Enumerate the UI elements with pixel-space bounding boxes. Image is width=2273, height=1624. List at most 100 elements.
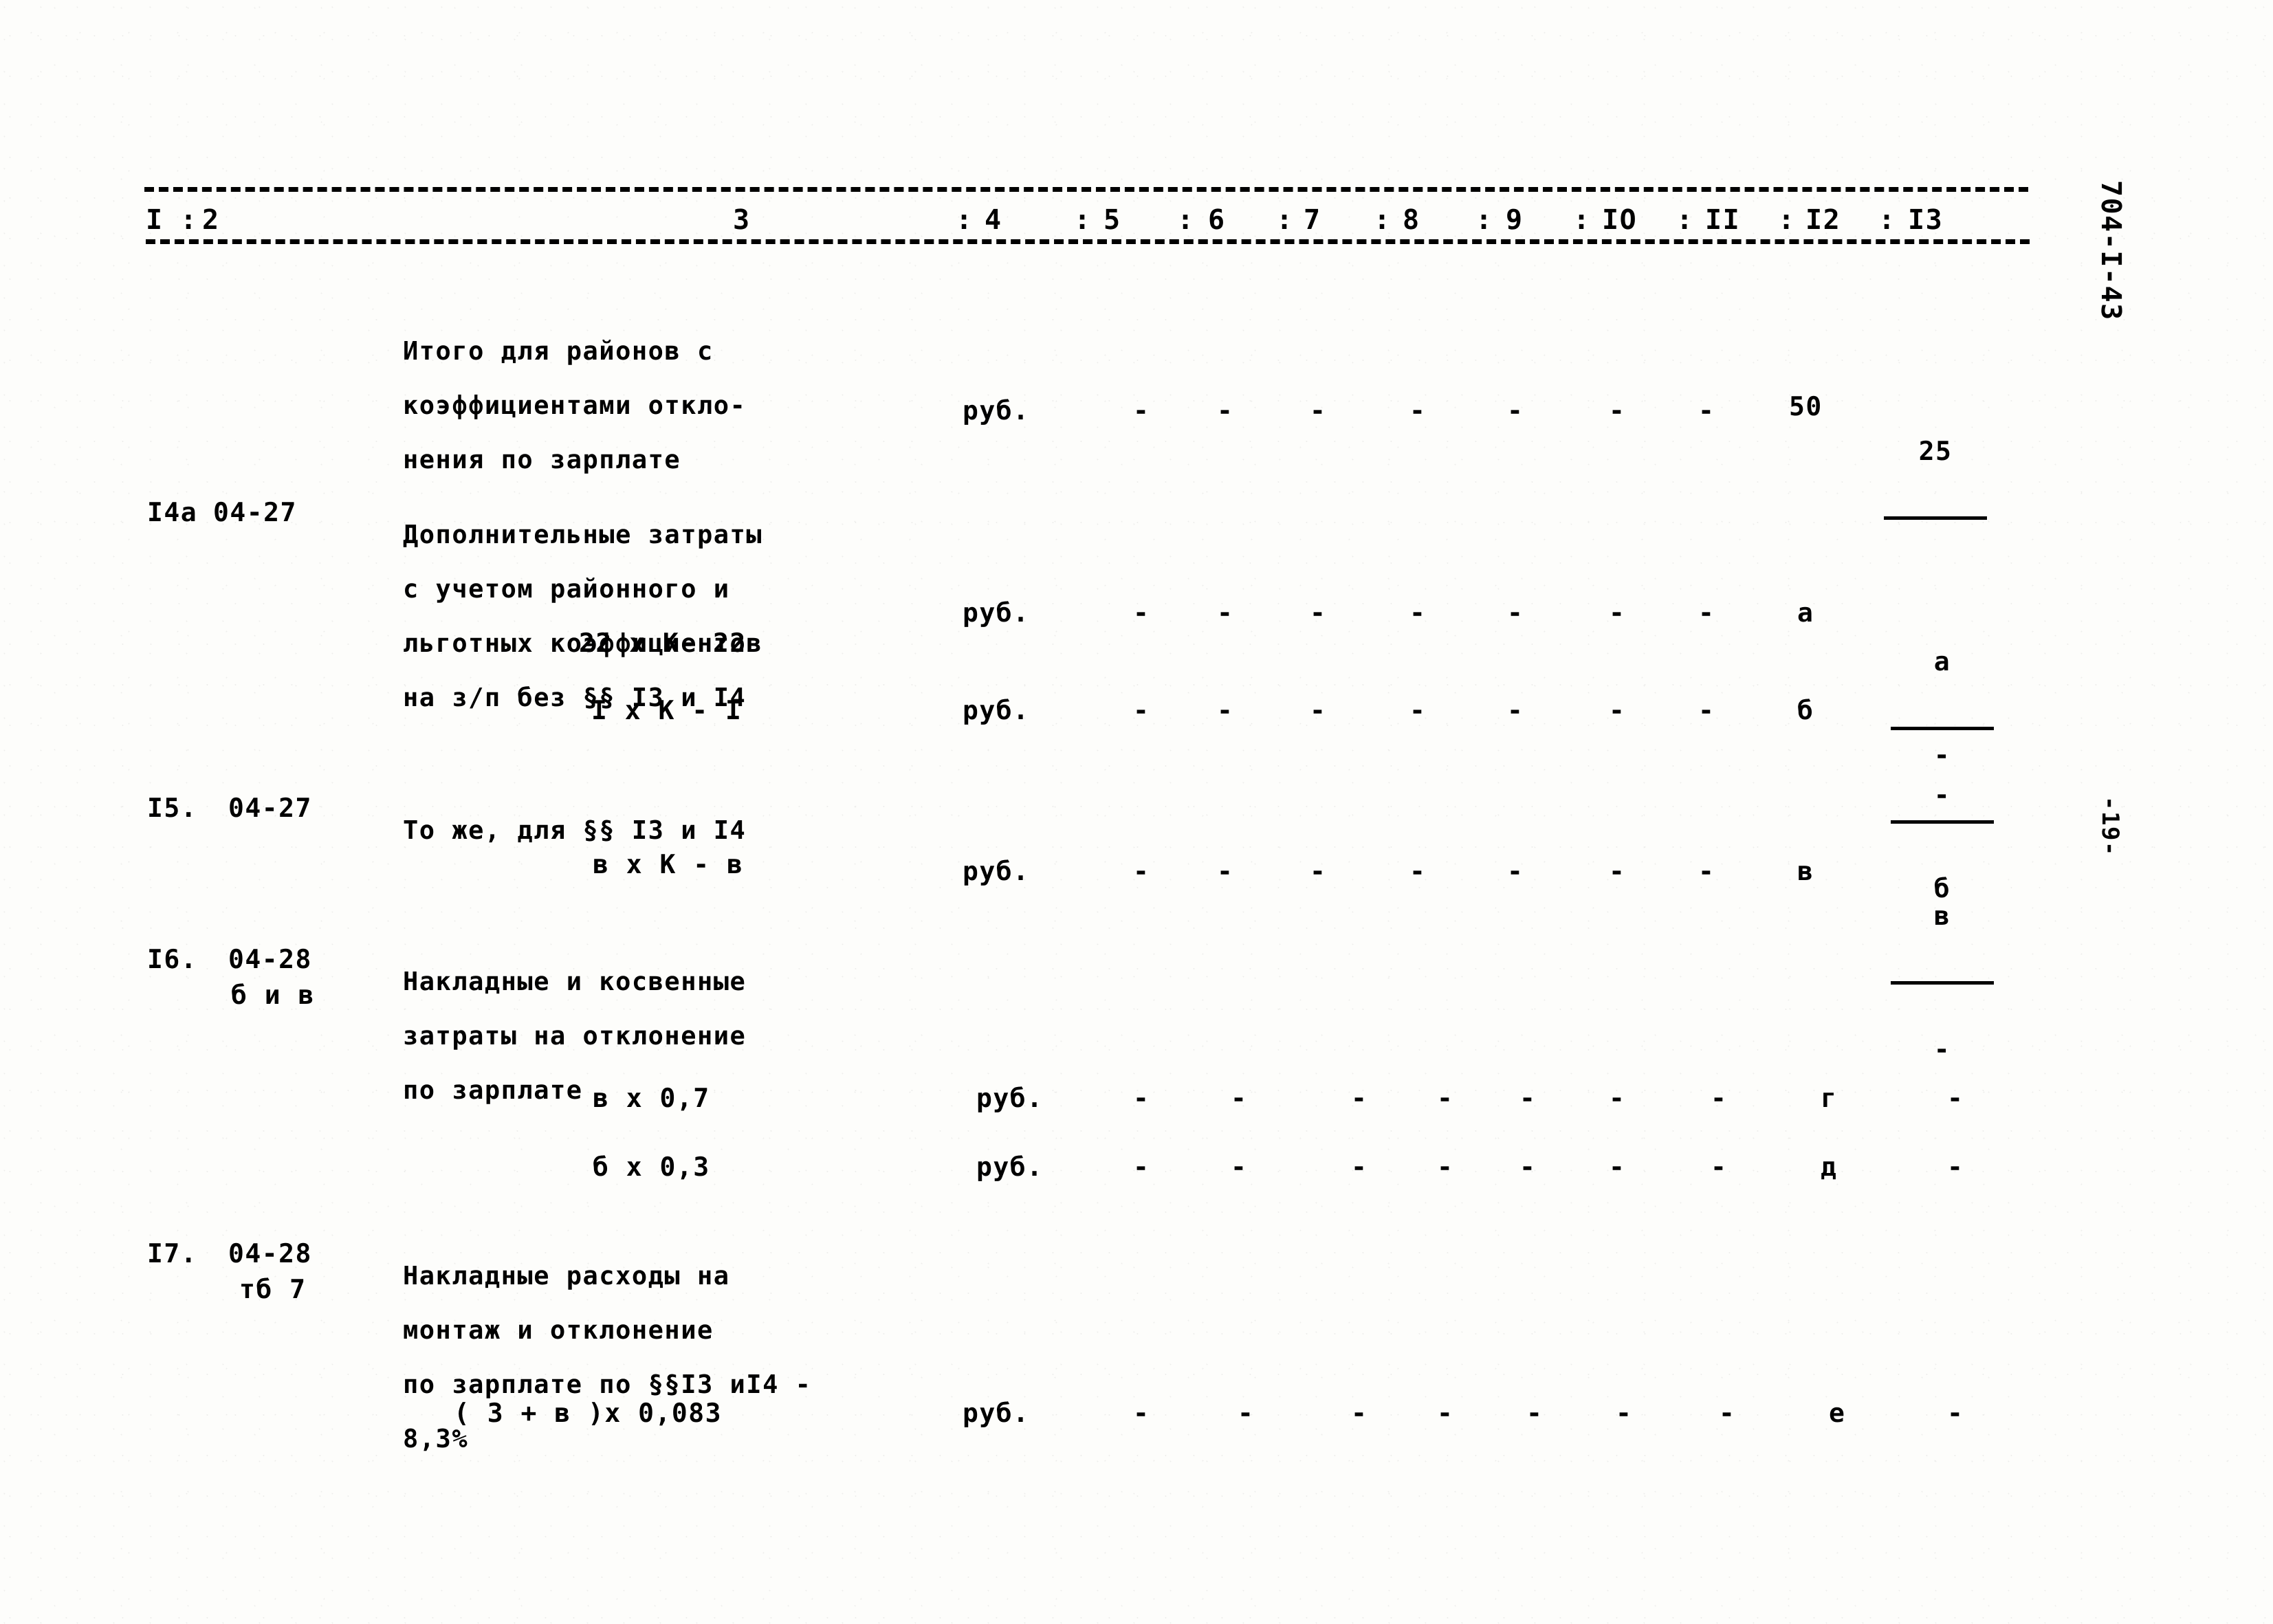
formula-v07-text: в х 0,7 [593,1083,710,1113]
dash-cell: - [1437,1083,1454,1113]
header-bottom-rule [146,239,2030,244]
description-line: затраты на отклонение [403,1021,747,1051]
column-header-11: II [1705,204,1741,236]
description-line: Дополнительные затраты [403,520,763,549]
row-14a-code: 04-27 [213,497,297,527]
row-16-code: 04-28 [228,944,312,974]
fraction-numerator: - [1933,740,1951,770]
dash-cell: - [1133,597,1150,628]
column-separator: : [1573,204,1591,236]
column-header-12: I2 [1805,204,1841,236]
description-line: нения по зарплате [403,445,681,474]
column-separator: : [1878,204,1896,236]
dash-cell: - [1507,395,1524,426]
dash-cell: - [1711,1083,1728,1113]
formula-1k1-unit: руб. [963,695,1030,725]
dash-cell: - [1133,395,1150,426]
formula-b03-text: б х 0,3 [593,1152,710,1182]
dash-cell: - [1698,695,1715,725]
dash-cell: - [1231,1083,1248,1113]
formula-vkv-text: в х К - в [593,849,744,879]
description-line: монтаж и отклонение [403,1315,714,1345]
dash-cell: - [1526,1398,1544,1428]
fraction-numerator: 25 [1918,436,1953,466]
formula-3v0083-unit: руб. [963,1398,1030,1428]
header-top-rule [144,187,2028,192]
row-15-number: I5. [147,793,198,823]
description-line: по зарплате по §§I3 иI4 - [403,1370,812,1399]
dash-cell: - [1609,856,1626,886]
fraction-numerator: а [1933,646,1951,677]
dash-cell: - [1133,1083,1150,1113]
row-17-code: 04-28 [228,1238,312,1269]
dash-cell: - [1698,395,1715,426]
column-separator: : [180,204,198,236]
dash-cell: - [1711,1152,1728,1182]
dash-cell: - [1351,1398,1368,1428]
dash-cell: - [1409,695,1427,725]
column-separator: : [1676,204,1694,236]
dash-cell: - [1609,695,1626,725]
fraction-bar [1884,516,1987,520]
row-14a-number: I4a [147,497,198,527]
dash-cell: - [1217,695,1234,725]
dash-cell: - [1507,856,1524,886]
formula-b03-col12-value: д [1821,1152,1838,1182]
dash-cell: - [1351,1083,1368,1113]
row-total-regional-description: Итого для районов с коэффициентами откло… [403,313,746,498]
column-header-10: IО [1602,204,1638,236]
row-17-number: I7. [147,1238,198,1269]
formula-vkv-unit: руб. [963,856,1030,886]
description-line: Накладные и косвенные [403,967,747,996]
formula-22k22-unit: руб. [963,597,1030,628]
description-line: То же, для §§ I3 и I4 [403,815,747,845]
row-16-code-sub: б и в [231,980,315,1010]
column-separator: : [1276,204,1294,236]
dash-cell: - [1409,856,1427,886]
dash-cell: - [1310,597,1327,628]
column-separator: : [1778,204,1796,236]
formula-3v0083-text: ( 3 + в )х 0,083 [454,1398,723,1428]
dash-cell: - [1238,1398,1255,1428]
formula-3v0083-col12-value: е [1829,1398,1846,1428]
column-header-4: 4 [985,204,1002,236]
description-line: Накладные расходы на [403,1261,730,1291]
dash-cell: - [1217,856,1234,886]
column-separator: : [956,204,974,236]
column-header-1: I [146,204,164,236]
dash-cell: - [1609,1083,1626,1113]
dash-cell: - [1609,1152,1626,1182]
dash-cell: - [1519,1083,1537,1113]
dash-cell: - [1719,1398,1736,1428]
formula-v07-col13-value: - [1947,1083,1964,1113]
scanned-page: I : 2 3 4 5 6 7 8 9 IО II I2 I3 : : : : … [0,0,2273,1624]
row-16-number: I6. [147,944,198,974]
dash-cell: - [1698,597,1715,628]
column-separator: : [1475,204,1493,236]
row-17-code-sub: тб 7 [239,1274,307,1304]
dash-cell: - [1351,1152,1368,1182]
column-separator: : [1074,204,1092,236]
dash-cell: - [1133,695,1150,725]
description-line: Итого для районов с [403,336,714,366]
row-17-description: Накладные расходы на монтаж и отклонение… [403,1238,811,1477]
dash-cell: - [1519,1152,1537,1182]
dash-cell: - [1310,695,1327,725]
row-total-regional-col13-fraction: 25 [1884,389,1987,622]
formula-v07-unit: руб. [976,1083,1044,1113]
sheet-code-label: 704-I-43 [2095,180,2127,321]
column-header-7: 7 [1304,204,1321,236]
formula-22k22-col12-value: а [1797,597,1814,628]
formula-vkv-col13-fraction: в - [1891,854,1994,1111]
dash-cell: - [1133,1152,1150,1182]
fraction-bar [1891,981,1994,985]
fraction-denominator: - [1933,1034,1951,1064]
dash-cell: - [1437,1398,1454,1428]
column-header-3: 3 [733,204,751,236]
dash-cell: - [1437,1152,1454,1182]
dash-cell: - [1609,597,1626,628]
row-total-regional-unit: руб. [963,395,1030,426]
column-separator: : [1177,204,1195,236]
dash-cell: - [1409,395,1427,426]
dash-cell: - [1310,395,1327,426]
